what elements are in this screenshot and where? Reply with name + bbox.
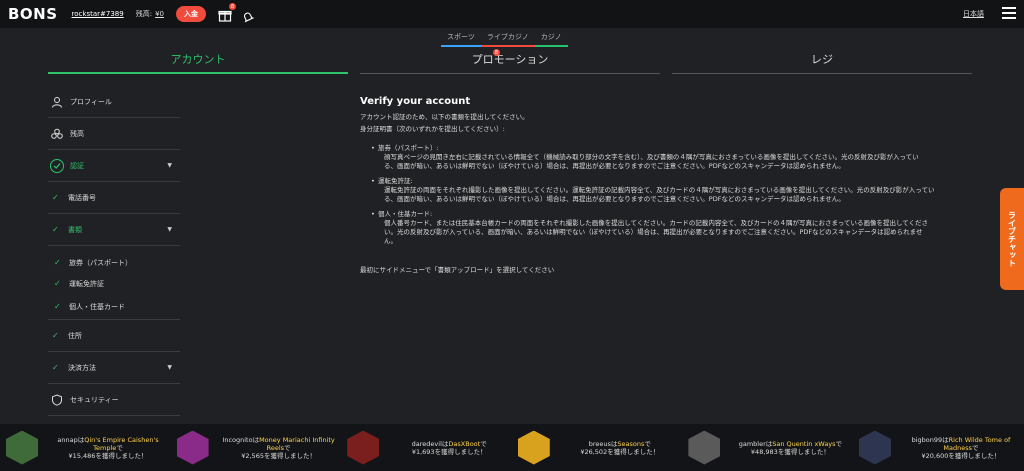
doc-description: ん。: [384, 237, 397, 245]
coins-icon: [51, 128, 63, 140]
balance: 残高: ¥0: [135, 10, 164, 18]
winner-text: IncognitoはMoney Mariachi Infinity Reelsで…: [222, 435, 335, 460]
account-sidebar: プロフィール 残高 認証 ▼ ✓ 電話番号 ✓ 書類 ▼ ✓ 旅券（パスポート）…: [48, 86, 180, 416]
bell-icon[interactable]: [242, 8, 255, 23]
check-icon: ✓: [52, 331, 59, 340]
instruction-note: 最初にサイドメニューで「書類アップロード」を選択してください: [360, 266, 555, 274]
winner-item[interactable]: breeusはSeasonsで ¥26,502を獲得しました！: [512, 424, 683, 471]
category-tabs: スポーツ ライブカジノ カジノ: [441, 30, 568, 47]
promotion-badge: 8: [493, 49, 500, 56]
tab-register[interactable]: レジ: [672, 48, 972, 74]
list-item: 個人・住基カード: 個人番号カード、または住民基本台帳カードの両面をそれぞれ撮影…: [371, 210, 972, 246]
winner-item[interactable]: annapはQin's Empire Caishen's Templeで ¥15,…: [0, 424, 171, 471]
language-selector[interactable]: 日本語: [963, 9, 984, 19]
game-thumbnail[interactable]: [858, 430, 891, 465]
id-label: 身分証明書（次のいずれかを提出してください）:: [360, 125, 505, 133]
check-icon: ✓: [54, 258, 61, 267]
sidebar-item-verification[interactable]: 認証 ▼: [48, 150, 180, 182]
winners-ticker: annapはQin's Empire Caishen's Templeで ¥15,…: [0, 424, 1024, 471]
gift-icon[interactable]: 8: [218, 3, 236, 22]
sidebar-label: 書類: [68, 225, 82, 234]
balance-value[interactable]: ¥0: [155, 10, 164, 18]
menu-icon[interactable]: [1002, 7, 1016, 19]
intro-text: アカウント認証のため、以下の書類を提出してください。: [360, 113, 529, 121]
winner-text: breeusはSeasonsで ¥26,502を獲得しました！: [580, 439, 660, 456]
game-thumbnail[interactable]: [688, 430, 721, 465]
winner-text: gamblerはSan Quentin xWaysで ¥48,983を獲得しました…: [738, 439, 843, 456]
sidebar-label: 残高: [70, 129, 84, 138]
doc-heading: 旅券（パスポート）:: [378, 144, 439, 152]
winner-item[interactable]: IncognitoはMoney Mariachi Infinity Reelsで…: [171, 424, 342, 471]
check-icon: ✓: [52, 225, 59, 234]
verification-content: Verify your account アカウント認証のため、以下の書類を提出し…: [360, 96, 972, 252]
sidebar-item-license[interactable]: ✓ 運転免許証: [48, 273, 180, 294]
doc-description: る、画面が暗い、あるいは鮮明でない（ぼやけている）場合は、再提出が必要となります…: [384, 195, 845, 203]
sidebar-label: 認証: [70, 161, 84, 170]
deposit-button[interactable]: 入金: [175, 6, 206, 22]
sidebar-item-idcard[interactable]: ✓ 個人・住基カード: [48, 294, 180, 320]
sidebar-label: 電話番号: [68, 193, 96, 202]
sidebar-label: 運転免許証: [69, 279, 104, 288]
winner-item[interactable]: bigbon99はRich Wilde Tome of Madnessで ¥20,…: [853, 424, 1024, 471]
doc-heading: 個人・住基カード:: [378, 210, 433, 218]
sidebar-item-security[interactable]: セキュリティー: [48, 384, 180, 416]
caret-down-icon: ▼: [167, 364, 172, 371]
account-tabs: アカウント プロモーション レジ: [48, 48, 972, 74]
sidebar-item-profile[interactable]: プロフィール: [48, 86, 180, 118]
sidebar-label: 決済方法: [68, 363, 96, 372]
game-thumbnail[interactable]: [176, 430, 209, 465]
balance-label: 残高: [135, 10, 150, 18]
sidebar-item-phone[interactable]: ✓ 電話番号: [48, 182, 180, 214]
top-bar: BONS rockstar#7389 残高: ¥0 入金 8 日本語: [0, 0, 1024, 28]
winner-item[interactable]: gamblerはSan Quentin xWaysで ¥48,983を獲得しました…: [682, 424, 853, 471]
check-circle-icon: [50, 158, 64, 173]
sidebar-item-documents[interactable]: ✓ 書類 ▼: [48, 214, 180, 246]
list-item: 運転免許証: 運転免許証の両面をそれぞれ撮影した画像を提出してください。運転免許…: [371, 177, 972, 204]
caret-down-icon: ▼: [167, 226, 172, 233]
live-chat-label: ライブチャット: [1007, 211, 1017, 267]
winner-item[interactable]: daredevilはDasXBootで ¥1,693を獲得しました！: [341, 424, 512, 471]
game-thumbnail[interactable]: [517, 430, 550, 465]
tab-sports[interactable]: スポーツ: [441, 30, 481, 47]
doc-description: る、画面が暗い、あるいは鮮明でない（ぼやけている）場合は、再提出が必要となります…: [384, 162, 845, 170]
logo[interactable]: BONS: [8, 5, 58, 23]
tab-promotion[interactable]: プロモーション: [360, 48, 660, 74]
sidebar-label: セキュリティー: [70, 395, 119, 404]
username-link[interactable]: rockstar#7389: [72, 10, 124, 18]
doc-description: 運転免許証の両面をそれぞれ撮影した画像を提出してください。運転免許証の記載内容全…: [384, 186, 935, 194]
tab-casino[interactable]: カジノ: [534, 30, 568, 47]
sidebar-item-passport[interactable]: ✓ 旅券（パスポート）: [48, 252, 180, 273]
check-icon: ✓: [54, 302, 61, 311]
sidebar-label: 住所: [68, 331, 82, 340]
sidebar-label: 旅券（パスポート）: [69, 258, 132, 267]
check-icon: ✓: [52, 363, 59, 372]
doc-description: 顔写真ページの見開き左右に記載されている情報全て（機械読み取り部分の文字を含む）…: [384, 153, 919, 161]
game-thumbnail[interactable]: [6, 430, 38, 465]
page-title: Verify your account: [360, 96, 471, 107]
winner-text: annapはQin's Empire Caishen's Templeで ¥15,…: [57, 435, 159, 460]
doc-description: 個人番号カード、または住民基本台帳カードの両面をそれぞれ撮影した画像を提出してく…: [384, 219, 929, 227]
doc-heading: 運転免許証:: [378, 177, 413, 185]
check-icon: ✓: [54, 279, 61, 288]
sidebar-label: プロフィール: [70, 97, 112, 106]
game-thumbnail[interactable]: [347, 430, 380, 465]
tab-live-casino[interactable]: ライブカジノ: [480, 30, 535, 47]
gift-badge: 8: [228, 3, 236, 10]
caret-down-icon: ▼: [167, 162, 172, 169]
tab-account[interactable]: アカウント: [48, 48, 348, 74]
shield-icon: [51, 393, 63, 406]
winner-text: daredevilはDasXBootで ¥1,693を獲得しました！: [411, 439, 487, 456]
sidebar-label: 個人・住基カード: [69, 302, 125, 311]
sidebar-item-balance[interactable]: 残高: [48, 118, 180, 150]
winner-text: bigbon99はRich Wilde Tome of Madnessで ¥20,…: [911, 435, 1011, 460]
doc-description: い。光の反射及び影が入っている、画面が暗い、あるいは鮮明でない（ぼやけている）場…: [384, 228, 923, 236]
document-list: 旅券（パスポート）: 顔写真ページの見開き左右に記載されている情報全て（機械読み…: [371, 144, 972, 246]
sidebar-item-address[interactable]: ✓ 住所: [48, 320, 180, 352]
sidebar-item-payment[interactable]: ✓ 決済方法 ▼: [48, 352, 180, 384]
check-icon: ✓: [52, 193, 59, 202]
list-item: 旅券（パスポート）: 顔写真ページの見開き左右に記載されている情報全て（機械読み…: [371, 144, 972, 171]
user-icon: [51, 96, 63, 108]
live-chat-button[interactable]: ライブチャット: [1000, 188, 1024, 290]
